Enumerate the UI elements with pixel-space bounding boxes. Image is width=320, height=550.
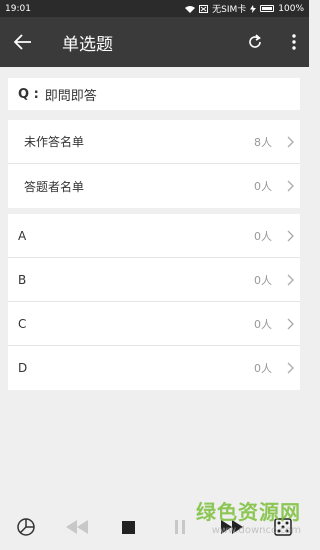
more-vert-icon bbox=[292, 34, 296, 50]
stats-button[interactable] bbox=[6, 507, 46, 547]
status-bar: 19:01 无SIM卡 100% bbox=[0, 0, 309, 17]
charging-icon bbox=[250, 4, 257, 13]
rewind-icon bbox=[66, 520, 89, 534]
row-count: 8人 bbox=[254, 135, 272, 149]
row-count: 0人 bbox=[254, 180, 272, 193]
question-prefix: Q : bbox=[18, 86, 39, 102]
refresh-icon bbox=[249, 34, 261, 48]
fast-forward-icon bbox=[220, 520, 243, 534]
stop-button[interactable] bbox=[109, 507, 149, 547]
chevron-right-icon bbox=[280, 274, 300, 286]
fast-forward-button[interactable] bbox=[212, 507, 252, 547]
pause-icon bbox=[175, 520, 186, 534]
summary-list: 未作答名单 8人 答题者名单 0人 bbox=[8, 120, 300, 208]
option-label: D bbox=[18, 361, 28, 375]
option-label: C bbox=[18, 316, 27, 331]
row-label: 答题者名单 bbox=[24, 179, 85, 194]
option-count: 0人 bbox=[254, 273, 272, 287]
option-row-d[interactable]: D 0人 bbox=[8, 346, 300, 390]
row-label: 未作答名单 bbox=[24, 135, 85, 149]
pie-chart-icon bbox=[17, 518, 35, 536]
status-icons: 无SIM卡 100% bbox=[185, 2, 304, 15]
playback-toolbar bbox=[0, 504, 309, 550]
options-list: A 0人 B 0人 C 0人 D 0人 bbox=[8, 214, 300, 390]
chevron-right-icon bbox=[280, 180, 300, 192]
option-row-b[interactable]: B 0人 bbox=[8, 258, 300, 302]
rewind-button[interactable] bbox=[57, 507, 97, 547]
question-text: 即問即答 bbox=[44, 88, 97, 104]
no-sim-icon bbox=[199, 4, 209, 13]
answered-list-row[interactable]: 答题者名单 0人 bbox=[8, 164, 300, 208]
chevron-right-icon bbox=[280, 136, 300, 148]
status-time: 19:01 bbox=[5, 3, 31, 14]
refresh-button[interactable] bbox=[231, 17, 279, 67]
sim-status: 无SIM卡 bbox=[212, 5, 247, 15]
battery-level: 100% bbox=[278, 3, 304, 14]
option-row-a[interactable]: A 0人 bbox=[8, 214, 300, 258]
unanswered-list-row[interactable]: 未作答名单 8人 bbox=[8, 120, 300, 164]
option-label: B bbox=[18, 272, 27, 287]
option-row-c[interactable]: C 0人 bbox=[8, 302, 300, 346]
back-button[interactable] bbox=[0, 17, 46, 67]
battery-icon bbox=[260, 5, 275, 12]
option-count: 0人 bbox=[254, 229, 272, 243]
stop-icon bbox=[122, 520, 136, 534]
option-count: 0人 bbox=[254, 317, 272, 331]
option-label: A bbox=[18, 228, 27, 243]
chevron-right-icon bbox=[280, 230, 300, 242]
dice-icon bbox=[274, 518, 292, 536]
back-arrow-icon bbox=[14, 34, 31, 50]
option-count: 0人 bbox=[254, 362, 272, 375]
page-title: 单选题 bbox=[62, 34, 113, 55]
question-card: Q : 即問即答 bbox=[8, 78, 300, 110]
pause-button[interactable] bbox=[160, 507, 200, 547]
chevron-right-icon bbox=[280, 318, 300, 330]
chevron-right-icon bbox=[280, 362, 300, 374]
random-pick-button[interactable] bbox=[263, 507, 303, 547]
app-bar: 单选题 bbox=[0, 17, 309, 67]
wifi-icon bbox=[185, 5, 196, 13]
more-menu-button[interactable] bbox=[279, 17, 309, 67]
